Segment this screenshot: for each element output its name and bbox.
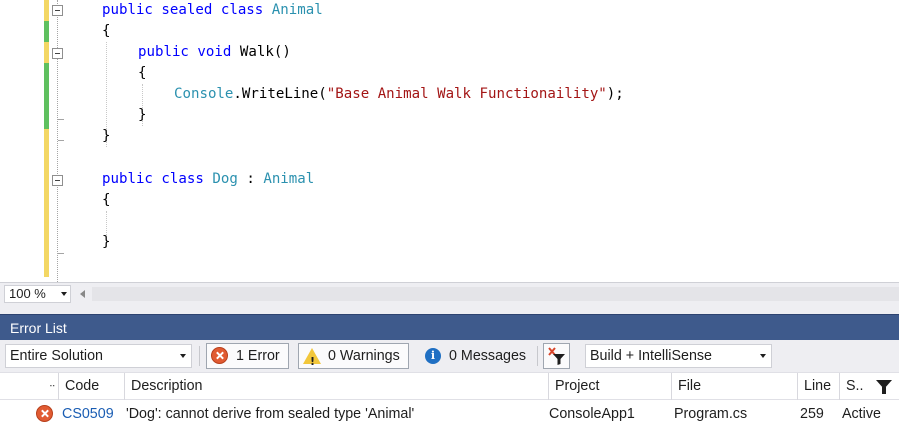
code-line-3[interactable]: public void Walk() [138, 42, 291, 63]
change-marker [44, 129, 49, 277]
column-file[interactable]: File [671, 373, 797, 400]
code-line-4[interactable]: { [138, 63, 147, 84]
column-line[interactable]: Line [797, 373, 839, 400]
warnings-filter-button[interactable]: ! 0 Warnings [298, 343, 409, 369]
outline-end-tick [58, 140, 64, 141]
errors-filter-button[interactable]: 1 Error [206, 343, 289, 369]
table-row[interactable]: CS0509 'Dog': cannot derive from sealed … [0, 400, 899, 428]
outline-guide [57, 0, 58, 282]
error-list-toolbar: Entire Solution 1 Error ! 0 Warnings i 0… [0, 340, 899, 372]
code-line-2[interactable]: { [102, 21, 111, 42]
column-code[interactable]: Code [58, 373, 124, 400]
outline-end-tick [58, 253, 64, 254]
error-project: ConsoleApp1 [549, 406, 635, 422]
error-grid-header: ⠉ Code Description Project File Line S.. [0, 372, 899, 400]
error-list-titlebar[interactable]: Error List [0, 314, 899, 340]
warnings-filter-label: 0 Warnings [328, 348, 400, 364]
code-line-9[interactable]: { [102, 190, 111, 211]
scope-select[interactable]: Entire Solution [5, 344, 192, 368]
column-project[interactable]: Project [548, 373, 671, 400]
code-editor[interactable]: public sealed class Animal { public void… [0, 0, 899, 282]
messages-filter-label: 0 Messages [449, 348, 527, 364]
code-line-8[interactable]: public class Dog : Animal [102, 169, 314, 190]
zoom-select[interactable]: 100 % [4, 285, 71, 303]
messages-filter-button[interactable]: i 0 Messages [418, 343, 532, 369]
filter-errors-button[interactable] [543, 343, 570, 369]
error-file: Program.cs [674, 406, 748, 422]
collapse-icon[interactable] [52, 48, 63, 59]
horizontal-scrollbar[interactable] [92, 287, 899, 301]
chevron-down-icon [61, 292, 67, 296]
panel-title: Error List [10, 320, 67, 336]
error-description: 'Dog': cannot derive from sealed type 'A… [126, 406, 415, 422]
error-icon [211, 347, 228, 364]
column-description[interactable]: Description [124, 373, 548, 400]
toolbar-separator [199, 346, 200, 366]
error-code-link[interactable]: CS0509 [62, 400, 114, 428]
clear-filter-icon [548, 347, 565, 365]
toolbar-separator [537, 346, 538, 366]
build-source-select[interactable]: Build + IntelliSense [585, 344, 772, 368]
change-marker [44, 42, 49, 63]
code-line-5[interactable]: Console.WriteLine("Base Animal Walk Func… [174, 84, 624, 105]
change-marker [44, 21, 49, 42]
error-line: 259 [800, 406, 824, 422]
scroll-left-icon[interactable] [80, 290, 85, 298]
change-marker [44, 0, 49, 21]
error-suppression-state: Active [842, 406, 881, 422]
scope-select-value: Entire Solution [10, 348, 103, 364]
column-severity[interactable]: ⠉ [0, 373, 58, 400]
error-icon [36, 405, 53, 422]
panel-splitter[interactable] [0, 304, 899, 314]
code-line-1[interactable]: public sealed class Animal [102, 0, 323, 21]
errors-filter-label: 1 Error [236, 348, 280, 364]
collapse-icon[interactable] [52, 175, 63, 186]
collapse-icon[interactable] [52, 5, 63, 16]
code-line-6[interactable]: } [138, 105, 147, 126]
editor-bottom-bar: 100 % [0, 282, 899, 304]
zoom-value: 100 % [9, 286, 46, 301]
change-marker [44, 63, 49, 129]
build-source-value: Build + IntelliSense [590, 348, 712, 364]
code-line-7[interactable]: } [102, 126, 111, 147]
info-icon: i [425, 348, 441, 364]
outline-end-tick [58, 119, 64, 120]
chevron-down-icon [180, 354, 186, 358]
chevron-down-icon [760, 354, 766, 358]
code-line-10[interactable]: } [102, 232, 111, 253]
